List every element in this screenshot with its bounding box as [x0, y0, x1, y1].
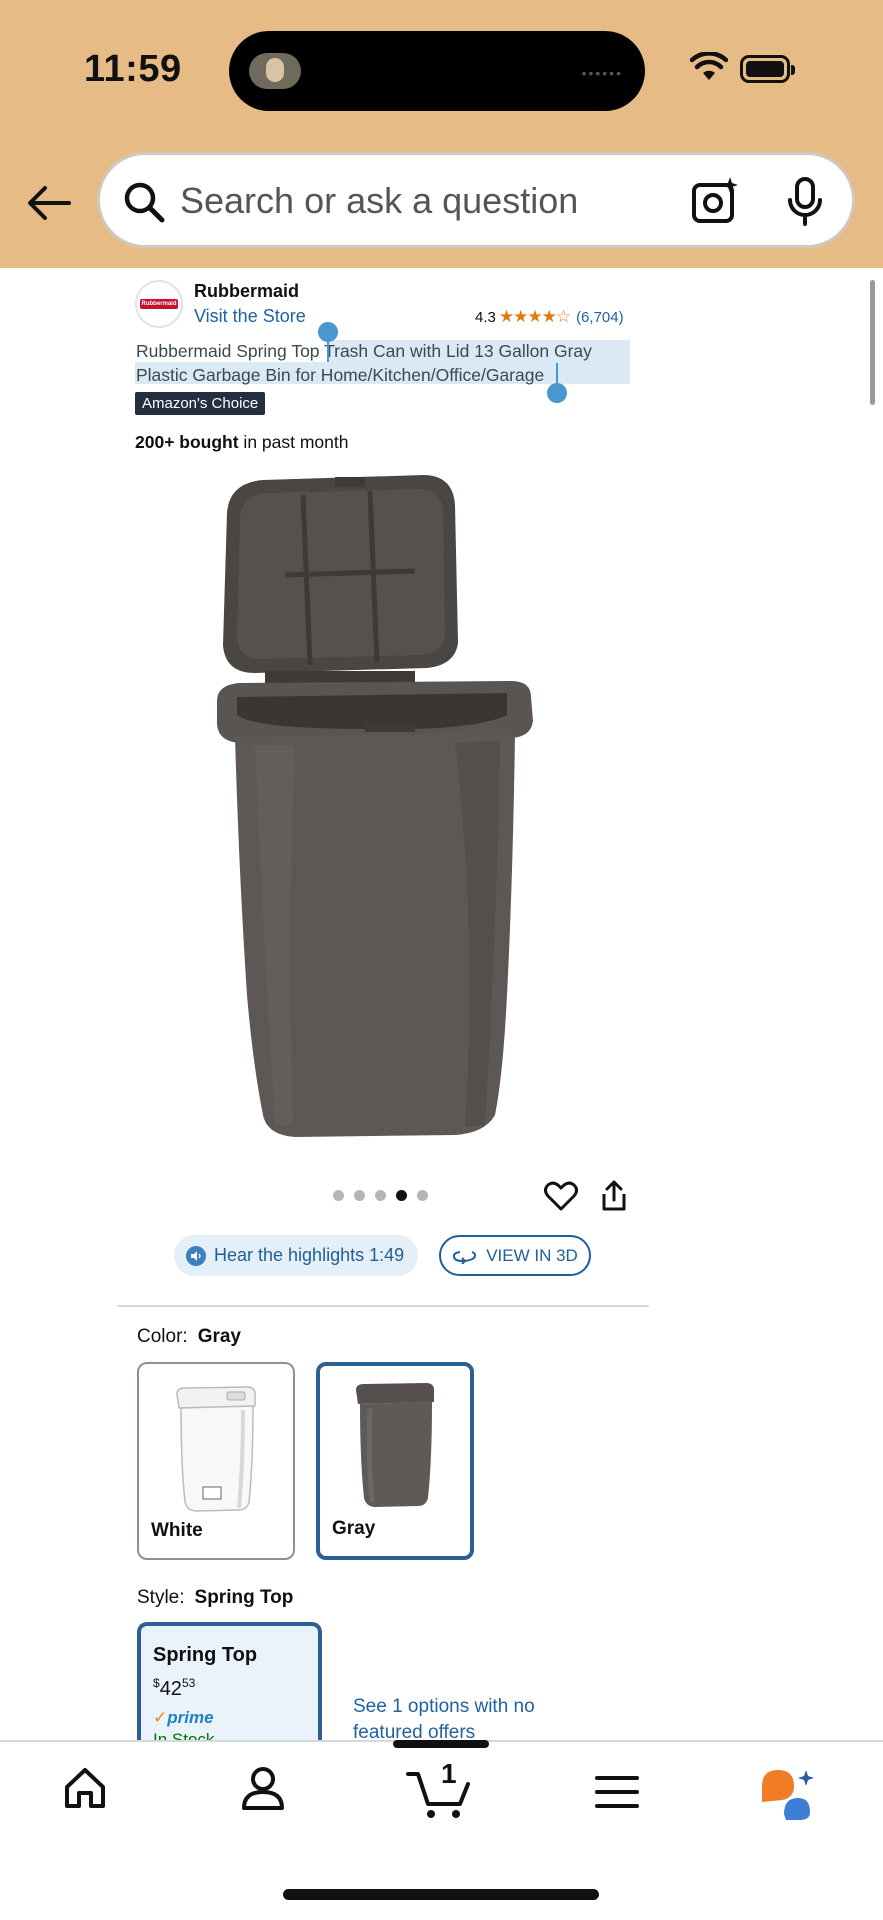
- see-options-link[interactable]: See 1 options with no featured offers: [353, 1694, 553, 1738]
- search-bar[interactable]: [97, 152, 855, 248]
- hear-highlights-label: Hear the highlights 1:49: [214, 1245, 405, 1265]
- heart-icon[interactable]: [544, 1180, 578, 1212]
- back-arrow-icon: [28, 186, 71, 220]
- bought-in-past-month: 200+ bought in past month: [135, 432, 348, 453]
- color-option-name: White: [151, 1520, 203, 1541]
- bought-count: 200+ bought: [135, 432, 239, 452]
- camera-search-icon[interactable]: [690, 175, 742, 227]
- star-rating-icon: ★★★★☆: [498, 307, 571, 326]
- account-icon[interactable]: [240, 1765, 286, 1811]
- nav-active-indicator: [393, 1740, 489, 1748]
- cart-icon[interactable]: [406, 1770, 472, 1820]
- style-label-text: Style:: [137, 1587, 185, 1608]
- price-symbol: $: [153, 1676, 160, 1690]
- search-icon: [124, 182, 165, 223]
- product-title[interactable]: Rubbermaid Spring Top Trash Can with Lid…: [136, 339, 636, 387]
- app-header: 11:59 ••••••: [0, 0, 883, 268]
- carousel-dot[interactable]: [417, 1190, 428, 1201]
- home-indicator[interactable]: [283, 1889, 599, 1900]
- wifi-icon: [690, 52, 728, 80]
- rating-summary[interactable]: 4.3 ★★★★☆ (6,704): [475, 307, 624, 327]
- selection-handle-end[interactable]: [547, 383, 567, 403]
- color-selected-value: Gray: [197, 1326, 241, 1347]
- style-option-spring-top[interactable]: Spring Top $4253 ✓prime In Stock: [137, 1622, 322, 1742]
- live-activity-thumbnail: [249, 53, 301, 89]
- dynamic-island: ••••••: [229, 31, 645, 111]
- brand-name: Rubbermaid: [194, 281, 300, 301]
- color-option-white[interactable]: White: [137, 1362, 295, 1560]
- microphone-icon[interactable]: [785, 176, 825, 228]
- visit-store-link[interactable]: Visit the Store: [194, 306, 306, 327]
- hear-highlights-button[interactable]: Hear the highlights 1:49: [174, 1235, 418, 1276]
- island-dots: ••••••: [581, 65, 623, 81]
- style-selected-value: Spring Top: [194, 1587, 294, 1608]
- white-trash-can-image: [176, 1386, 256, 1512]
- product-image[interactable]: [215, 475, 550, 1140]
- prime-label: prime: [167, 1708, 214, 1727]
- view-in-3d-label: VIEW IN 3D: [486, 1245, 578, 1265]
- bought-suffix: in past month: [238, 432, 349, 452]
- rotate-3d-icon: [453, 1250, 477, 1264]
- scrollbar[interactable]: [870, 280, 875, 405]
- brand-logo-mark: Rubbermaid: [140, 299, 178, 309]
- rufus-icon[interactable]: [760, 1768, 820, 1822]
- carousel-dot-active[interactable]: [396, 1190, 407, 1201]
- price-whole: 42: [159, 1678, 182, 1700]
- prime-badge: ✓prime: [153, 1708, 214, 1728]
- color-label-text: Color:: [137, 1326, 188, 1347]
- cart-count-badge: 1: [441, 1758, 457, 1789]
- color-label: Color: Gray: [137, 1326, 241, 1348]
- selection-handle-start[interactable]: [318, 322, 338, 342]
- search-input[interactable]: [180, 175, 760, 227]
- amazons-choice-badge: Amazon's Choice: [135, 392, 266, 415]
- section-divider: [117, 1305, 649, 1307]
- style-label: Style: Spring Top: [137, 1587, 293, 1609]
- style-option-price: $4253: [153, 1676, 195, 1701]
- price-fraction: 53: [181, 1676, 196, 1690]
- color-option-name: Gray: [332, 1518, 376, 1539]
- share-icon[interactable]: [600, 1180, 628, 1212]
- view-in-3d-button[interactable]: VIEW IN 3D: [439, 1235, 591, 1276]
- color-option-gray[interactable]: Gray: [316, 1362, 474, 1560]
- speaker-icon: [186, 1245, 206, 1266]
- brand-logo[interactable]: Rubbermaid: [135, 280, 183, 328]
- battery-icon: [740, 55, 795, 83]
- home-icon[interactable]: [62, 1765, 108, 1811]
- prime-check-icon: ✓: [153, 1708, 168, 1727]
- rating-value: 4.3: [475, 308, 496, 326]
- carousel-dot[interactable]: [354, 1190, 365, 1201]
- review-count-link[interactable]: (6,704): [576, 309, 624, 326]
- menu-icon[interactable]: [595, 1774, 639, 1810]
- image-carousel-dots[interactable]: [333, 1190, 428, 1201]
- back-button[interactable]: [24, 178, 74, 228]
- carousel-dot[interactable]: [375, 1190, 386, 1201]
- gray-trash-can-image: [356, 1383, 434, 1507]
- carousel-dot[interactable]: [333, 1190, 344, 1201]
- status-time: 11:59: [84, 48, 182, 90]
- style-option-name: Spring Top: [153, 1644, 258, 1666]
